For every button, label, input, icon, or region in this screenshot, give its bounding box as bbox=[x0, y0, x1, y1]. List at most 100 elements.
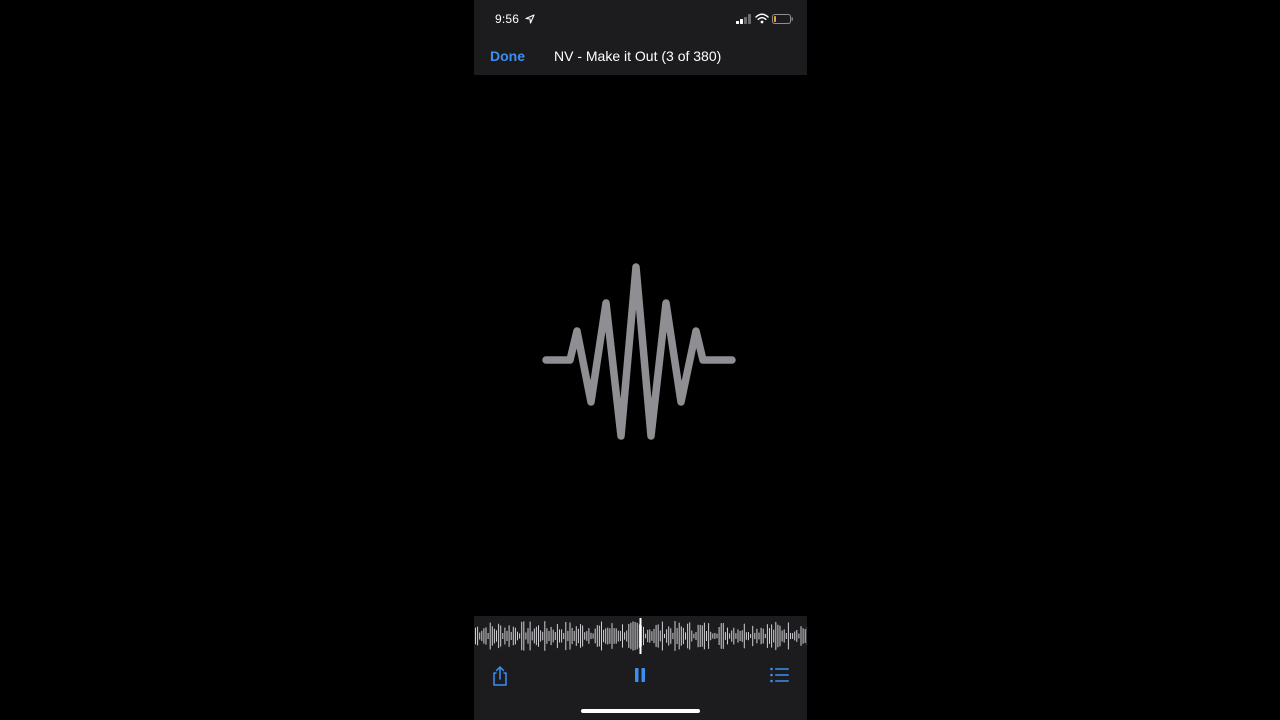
waveform-bar bbox=[544, 621, 546, 651]
waveform-bar bbox=[479, 632, 481, 640]
waveform-bar bbox=[685, 632, 686, 640]
waveform-bar bbox=[609, 628, 611, 644]
track-title: NV - Make it Out (3 of 380) bbox=[554, 48, 722, 64]
waveform-bar bbox=[781, 630, 783, 642]
waveform-bar bbox=[496, 630, 497, 642]
done-button[interactable]: Done bbox=[490, 48, 525, 64]
bottom-toolbar bbox=[474, 656, 807, 720]
waveform-bar bbox=[666, 629, 668, 643]
waveform-bar bbox=[596, 625, 598, 647]
waveform-bar bbox=[741, 630, 743, 642]
waveform-bar bbox=[571, 627, 573, 645]
waveform-bar bbox=[580, 624, 581, 648]
waveform-bar bbox=[517, 631, 518, 641]
waveform-bar bbox=[565, 622, 567, 651]
waveform-bar bbox=[731, 630, 733, 642]
waveform-bar bbox=[802, 628, 804, 644]
waveform-bar bbox=[657, 624, 659, 648]
waveform-bar bbox=[567, 630, 569, 642]
waveform-bar bbox=[506, 630, 508, 641]
waveform-bar bbox=[550, 626, 552, 646]
waveform-bar bbox=[764, 633, 766, 639]
waveform-bar bbox=[592, 633, 594, 639]
waveform-bar bbox=[678, 622, 680, 650]
waveform-bar bbox=[651, 631, 653, 641]
waveform-bar bbox=[487, 633, 489, 639]
waveform-bar bbox=[481, 630, 483, 642]
waveform-bar bbox=[563, 633, 565, 640]
waveform-bar bbox=[758, 632, 760, 640]
waveform-bar bbox=[590, 632, 592, 640]
waveform-bar bbox=[699, 624, 701, 647]
waveform-bar bbox=[588, 628, 590, 644]
location-arrow-icon bbox=[525, 14, 535, 24]
waveform-bar bbox=[500, 625, 502, 647]
waveform-bar bbox=[773, 629, 775, 643]
waveform-bar bbox=[661, 621, 663, 651]
waveform-bar bbox=[775, 621, 777, 651]
waveform-bar bbox=[676, 628, 678, 644]
waveform-bar bbox=[613, 628, 615, 644]
waveform-bar bbox=[691, 630, 693, 642]
status-time: 9:56 bbox=[495, 12, 520, 26]
playhead[interactable] bbox=[639, 618, 642, 654]
waveform-bar bbox=[722, 623, 724, 649]
waveform-bar bbox=[554, 632, 556, 640]
waveform-bar bbox=[498, 623, 500, 649]
waveform-bar bbox=[708, 623, 710, 649]
waveform-bar bbox=[655, 625, 657, 647]
waveform-bar bbox=[649, 629, 651, 643]
battery-icon bbox=[772, 14, 793, 24]
waveform-bar bbox=[804, 629, 806, 643]
waveform-bar bbox=[586, 631, 588, 641]
home-indicator[interactable] bbox=[581, 709, 700, 713]
waveform-bar bbox=[643, 626, 644, 646]
waveform-bar bbox=[525, 632, 527, 640]
wifi-icon bbox=[755, 13, 769, 24]
waveform-bar bbox=[743, 623, 745, 649]
waveform-bar bbox=[548, 631, 550, 641]
waveform-bar bbox=[483, 628, 485, 644]
waveform-scrubber[interactable] bbox=[474, 616, 807, 656]
waveform-bar bbox=[527, 628, 529, 644]
waveform-bar bbox=[632, 621, 634, 651]
waveform-bar bbox=[735, 633, 737, 639]
waveform-bar bbox=[485, 627, 487, 645]
waveform-bar bbox=[575, 626, 577, 646]
waveform-bar bbox=[752, 625, 754, 647]
waveform-bar bbox=[630, 622, 632, 650]
waveform-bar bbox=[477, 626, 479, 646]
waveform-bar bbox=[769, 628, 770, 644]
waveform-bar bbox=[615, 628, 617, 644]
waveform-bar bbox=[626, 630, 628, 642]
waveform-bar bbox=[622, 624, 623, 648]
waveform-bar bbox=[703, 622, 705, 650]
waveform-bar bbox=[577, 628, 579, 644]
waveform-bar bbox=[502, 633, 504, 639]
waveform-bar bbox=[777, 624, 779, 648]
waveform-bar bbox=[514, 627, 516, 645]
waveform-bar bbox=[695, 632, 697, 640]
phone-screen: 9:56 Done NV - Make it Out (3 of 380) bbox=[474, 0, 807, 720]
share-icon[interactable] bbox=[490, 665, 510, 687]
waveform-bar bbox=[645, 633, 647, 639]
waveform-bar bbox=[687, 623, 689, 649]
waveform-bar bbox=[800, 626, 802, 646]
cellular-signal-icon bbox=[736, 14, 751, 24]
waveform-bar bbox=[745, 632, 747, 640]
waveform-bar bbox=[582, 625, 584, 647]
waveform-bar bbox=[504, 627, 506, 645]
waveform-bar bbox=[756, 628, 758, 644]
waveform-bar bbox=[739, 631, 741, 641]
waveform-bar bbox=[750, 634, 752, 638]
list-icon[interactable] bbox=[770, 667, 790, 683]
pause-icon[interactable] bbox=[633, 667, 647, 683]
waveform-bar bbox=[508, 625, 510, 647]
waveform-bar bbox=[561, 629, 563, 643]
waveform-bar bbox=[521, 621, 523, 651]
waveform-bar bbox=[573, 630, 575, 641]
waveform-bar bbox=[754, 632, 756, 640]
waveform-bar bbox=[718, 627, 720, 645]
waveform-bar bbox=[523, 621, 525, 651]
waveform-bar bbox=[653, 628, 655, 644]
